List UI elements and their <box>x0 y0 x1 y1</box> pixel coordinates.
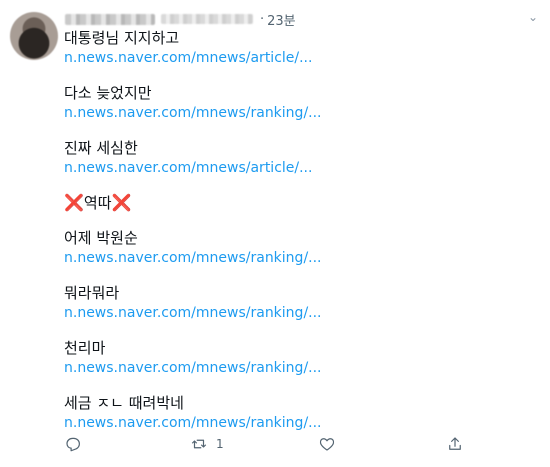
news-link[interactable]: n.news.naver.com/mnews/ranking/... <box>64 248 534 268</box>
tweet-text-line: 천리마 <box>64 339 106 357</box>
news-link[interactable]: n.news.naver.com/mnews/ranking/... <box>64 303 534 323</box>
reply-icon <box>66 437 80 452</box>
heart-icon <box>319 438 335 451</box>
tweet-text-line: 진짜 세심한 <box>64 139 138 157</box>
tweet-text-line: 뭐라뭐라 <box>64 284 120 302</box>
news-link[interactable]: n.news.naver.com/mnews/article/... <box>64 158 534 178</box>
emoji-line-text: 역따 <box>83 194 112 212</box>
news-link[interactable]: n.news.naver.com/mnews/article/... <box>64 48 534 68</box>
tweet-text-line-emoji: ❌역따❌ <box>64 193 534 213</box>
cross-mark-icon: ❌ <box>111 193 132 212</box>
share-icon <box>449 437 461 450</box>
retweet-count: 1 <box>216 437 224 451</box>
tweet-body: 대통령님 지지하고 n.news.naver.com/mnews/article… <box>64 28 534 433</box>
tweet-text-line: 어제 박원순 <box>64 229 138 247</box>
tweet[interactable]: · 23분 ⌄ 대통령님 지지하고 n.news.naver.com/mnews… <box>0 0 550 467</box>
tweet-header: · 23분 <box>65 9 296 29</box>
news-link[interactable]: n.news.naver.com/mnews/ranking/... <box>64 358 534 378</box>
news-link[interactable]: n.news.naver.com/mnews/ranking/... <box>64 103 534 123</box>
news-link[interactable]: n.news.naver.com/mnews/ranking/... <box>64 413 534 433</box>
tweet-actions: 1 <box>64 432 484 456</box>
tweet-text-line: 대통령님 지지하고 <box>64 29 180 47</box>
avatar[interactable] <box>10 12 58 60</box>
separator-dot: · <box>260 11 265 27</box>
cross-mark-icon: ❌ <box>64 193 84 212</box>
retweet-button[interactable]: 1 <box>190 432 224 456</box>
tweet-text-line: 세금 ㅈㄴ 때려박네 <box>64 394 184 412</box>
like-button[interactable] <box>318 432 336 456</box>
tweet-text-line: 다소 늦었지만 <box>64 84 152 102</box>
author-name-blurred[interactable] <box>65 13 155 25</box>
share-button[interactable] <box>446 432 464 456</box>
retweet-icon <box>191 439 207 449</box>
tweet-time[interactable]: 23분 <box>267 10 296 29</box>
more-options-icon[interactable]: ⌄ <box>524 10 542 24</box>
reply-button[interactable] <box>64 432 82 456</box>
author-handle-blurred[interactable] <box>161 14 253 24</box>
